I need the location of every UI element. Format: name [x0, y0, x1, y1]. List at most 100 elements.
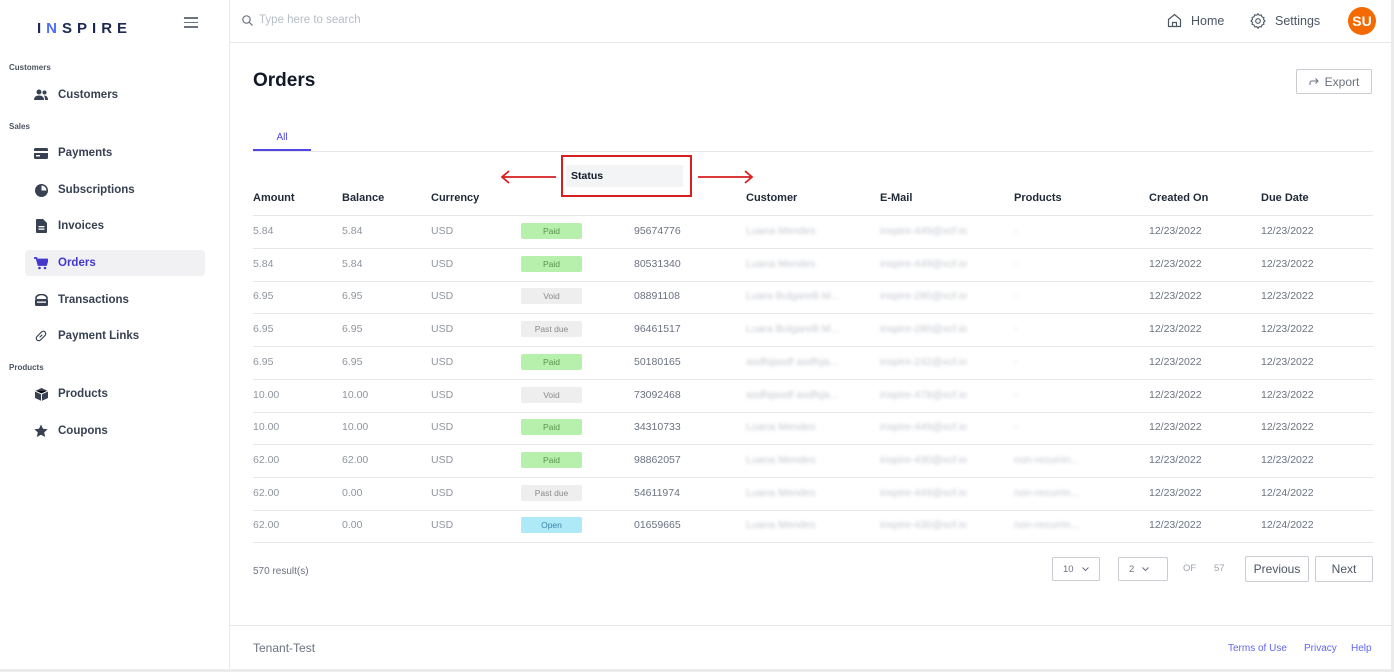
balance-cell: 5.84	[342, 225, 363, 237]
amount-cell: 10.00	[253, 421, 280, 433]
created-on-cell: 12/23/2022	[1149, 356, 1202, 368]
sidebar-item-label: Coupons	[58, 425, 108, 437]
sidebar-item-coupons[interactable]: Coupons	[25, 418, 205, 444]
sidebar-item-products[interactable]: Products	[25, 381, 205, 407]
column-header-products[interactable]: Products	[1014, 192, 1062, 204]
terms-link[interactable]: Terms of Use	[1228, 643, 1287, 654]
brand-logo[interactable]: INSPIRE	[37, 20, 132, 37]
column-header-created-on[interactable]: Created On	[1149, 192, 1208, 204]
column-header-customer[interactable]: Customer	[746, 192, 797, 204]
currency-cell: USD	[431, 356, 454, 368]
sidebar-item-payment-links[interactable]: Payment Links	[25, 323, 205, 349]
settings-label: Settings	[1275, 14, 1321, 28]
table-row[interactable]: 6.95 6.95 USD 08891108 Luara Bulgarelli M...…	[253, 281, 1373, 314]
status-badge: Past due	[521, 485, 582, 501]
privacy-link[interactable]: Privacy	[1304, 643, 1337, 654]
tab-all[interactable]: All	[253, 125, 311, 151]
status-badge: Void	[521, 288, 582, 304]
currency-cell: USD	[431, 421, 454, 433]
search-bar[interactable]	[242, 14, 459, 26]
sidebar-item-payments[interactable]: Payments	[25, 140, 205, 166]
due-date-cell: 12/23/2022	[1261, 225, 1314, 237]
products-cell: -	[1014, 356, 1018, 368]
app-window: INSPIRE Customers Customers Sales Paymen…	[0, 0, 1391, 669]
created-on-cell: 12/23/2022	[1149, 290, 1202, 302]
avatar[interactable]: SU	[1348, 7, 1376, 35]
due-date-cell: 12/23/2022	[1261, 389, 1314, 401]
brand-letters: SPIRE	[62, 20, 133, 37]
customer-cell: Luana Mendes	[746, 225, 816, 237]
column-header-balance[interactable]: Balance	[342, 192, 384, 204]
export-button[interactable]: Export	[1296, 69, 1372, 94]
link-icon	[34, 329, 48, 343]
box-icon	[34, 387, 48, 401]
column-header-email[interactable]: E-Mail	[880, 192, 912, 204]
due-date-cell: 12/23/2022	[1261, 356, 1314, 368]
tenant-name: Tenant-Test	[253, 641, 316, 655]
products-cell: -	[1014, 225, 1018, 237]
email-cell: inspire-449@xcf.io	[880, 487, 968, 499]
sidebar-item-customers[interactable]: Customers	[25, 82, 205, 108]
search-input[interactable]	[259, 14, 459, 26]
page-size-select[interactable]: 10	[1052, 557, 1100, 581]
status-badge: Paid	[521, 223, 582, 239]
currency-cell: USD	[431, 290, 454, 302]
cart-icon	[34, 256, 48, 270]
column-header-amount[interactable]: Amount	[253, 192, 295, 204]
menu-toggle-icon[interactable]	[184, 14, 198, 28]
gear-icon	[1250, 13, 1266, 29]
products-cell: -	[1014, 421, 1018, 433]
previous-button[interactable]: Previous	[1245, 556, 1309, 582]
order-number-cell: 80531340	[634, 258, 681, 270]
sidebar-item-label: Products	[58, 388, 108, 400]
table-row[interactable]: 62.00 62.00 USD 98862057 Luana Mendes inspire…	[253, 445, 1373, 478]
sidebar-item-subscriptions[interactable]: Subscriptions	[25, 177, 205, 203]
table-row[interactable]: 62.00 0.00 USD 01659665 Luana Mendes inspire-…	[253, 510, 1373, 543]
home-link[interactable]: Home	[1167, 13, 1224, 28]
due-date-cell: 12/23/2022	[1261, 323, 1314, 335]
customer-cell: asdfsjasdf asdfsja...	[746, 389, 839, 401]
email-cell: inspire-449@xcf.io	[880, 421, 968, 433]
column-header-due-date[interactable]: Due Date	[1261, 192, 1309, 204]
table-row[interactable]: 5.84 5.84 USD 95674776 Luana Mendes inspire-4…	[253, 216, 1373, 249]
sidebar-item-label: Customers	[58, 89, 119, 101]
amount-cell: 5.84	[253, 258, 274, 270]
email-cell: inspire-430@xcf.io	[880, 454, 968, 466]
tabs-divider	[253, 151, 1373, 152]
created-on-cell: 12/23/2022	[1149, 389, 1202, 401]
next-button[interactable]: Next	[1315, 556, 1373, 582]
currency-cell: USD	[431, 487, 454, 499]
customer-cell: Luana Mendes	[746, 258, 816, 270]
balance-cell: 0.00	[342, 519, 363, 531]
amount-cell: 62.00	[253, 454, 280, 466]
balance-cell: 62.00	[342, 454, 369, 466]
sidebar-item-transactions[interactable]: Transactions	[25, 287, 205, 313]
table-row[interactable]: 5.84 5.84 USD 80531340 Luana Mendes inspire-4…	[253, 249, 1373, 282]
customer-cell: asdfsjasdf asdfsja...	[746, 356, 839, 368]
page-number-value: 2	[1129, 563, 1135, 575]
help-link[interactable]: Help	[1351, 643, 1372, 654]
sidebar-item-orders[interactable]: Orders	[25, 250, 205, 276]
created-on-cell: 12/23/2022	[1149, 225, 1202, 237]
total-pages: 57	[1214, 563, 1225, 574]
table-row[interactable]: 6.95 6.95 USD 50180165 asdfsjasdf asdfsja...…	[253, 347, 1373, 380]
table-row[interactable]: 10.00 10.00 USD 34310733 Luana Mendes inspire…	[253, 412, 1373, 445]
table-row[interactable]: 10.00 10.00 USD 73092468 asdfsjasdf asdfsja.…	[253, 380, 1373, 413]
sidebar-item-label: Orders	[58, 257, 96, 269]
page-number-select[interactable]: 2	[1118, 557, 1168, 581]
pie-chart-icon	[34, 183, 48, 197]
order-number-cell: 73092468	[634, 389, 681, 401]
column-header-currency[interactable]: Currency	[431, 192, 479, 204]
table-row[interactable]: 62.00 0.00 USD 54611974 Luana Mendes inspire-…	[253, 478, 1373, 511]
products-cell: non-recurrin...	[1014, 519, 1080, 531]
share-arrow-icon	[1309, 77, 1319, 86]
order-number-cell: 01659665	[634, 519, 681, 531]
sidebar-item-invoices[interactable]: Invoices	[25, 213, 205, 239]
created-on-cell: 12/23/2022	[1149, 421, 1202, 433]
table-row[interactable]: 6.95 6.95 USD 96461517 Luara Bulgarelli M...…	[253, 314, 1373, 347]
currency-cell: USD	[431, 258, 454, 270]
due-date-cell: 12/23/2022	[1261, 454, 1314, 466]
section-label-customers: Customers	[9, 63, 51, 72]
created-on-cell: 12/23/2022	[1149, 519, 1202, 531]
settings-link[interactable]: Settings	[1250, 13, 1320, 29]
